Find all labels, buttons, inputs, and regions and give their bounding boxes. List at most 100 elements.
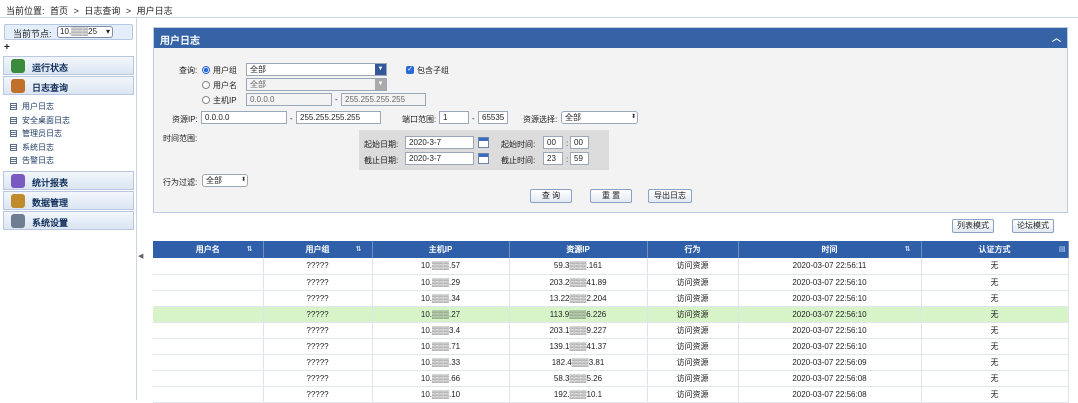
table-row[interactable]: ????? 10.▒▒▒.57 59.3▒▒▒.161 访问资源 2020-03-07 … bbox=[153, 258, 1069, 275]
breadcrumb-home[interactable]: 首页 bbox=[50, 6, 68, 16]
radio-user-group[interactable] bbox=[202, 66, 210, 74]
table-row[interactable]: ????? 10.▒▒▒3.4 203.1▒▒▒9.227 访问资源 2020-03-0… bbox=[153, 322, 1069, 339]
column-header-label: 用户组 bbox=[305, 245, 330, 254]
menu-label: 运行状态 bbox=[32, 63, 69, 73]
sidebar-item-system-log[interactable]: 系统日志 bbox=[10, 142, 54, 153]
cell-auth: 无 bbox=[921, 258, 1069, 275]
radio-user-name[interactable] bbox=[202, 81, 210, 89]
column-header-label: 行为 bbox=[684, 245, 701, 254]
table-row[interactable]: ????? 10.▒▒▒.27 113.9▒▒▒6.226 访问资源 2020-03-0… bbox=[153, 306, 1069, 323]
start-date-input[interactable]: 2020-3-7 bbox=[405, 136, 474, 149]
sort-icon[interactable]: ⇅ bbox=[905, 245, 911, 253]
cell-host-ip: 10.▒▒▒.29 bbox=[372, 274, 510, 291]
table-row[interactable]: ????? 10.▒▒▒.34 13.22▒▒▒2.204 访问资源 2020-03-0… bbox=[153, 290, 1069, 307]
chevron-updown-icon: ⬍ bbox=[630, 114, 636, 120]
cell-time: 2020-03-07 22:56:10 bbox=[738, 322, 922, 339]
start-minute-input[interactable]: 00 bbox=[570, 136, 589, 149]
cell-time: 2020-03-07 22:56:08 bbox=[738, 370, 922, 387]
forum-mode-button[interactable]: 论坛模式 bbox=[1012, 219, 1054, 233]
end-date-input[interactable]: 2020-3-7 bbox=[405, 152, 474, 165]
resource-ip-to[interactable]: 255.255.255.255 bbox=[296, 111, 381, 124]
list-icon bbox=[10, 144, 17, 151]
collapse-sidebar-icon[interactable]: ◀ bbox=[138, 252, 143, 260]
start-hour-input[interactable]: 00 bbox=[543, 136, 563, 149]
cell-resource-ip: 182.4▒▒▒3.81 bbox=[509, 354, 648, 371]
current-node-select[interactable]: 10.▒▒▒25 ▾ bbox=[57, 26, 113, 38]
panel-title: 用户日志 bbox=[160, 36, 200, 47]
menu-reports[interactable]: 统计报表 bbox=[3, 171, 134, 190]
time-range-box: 起始日期: 2020-3-7 起始时间: 00 : 00 截止日期: 2020-… bbox=[359, 130, 609, 170]
query-button[interactable]: 查 询 bbox=[530, 189, 572, 203]
chevron-down-icon: ▼ bbox=[375, 79, 386, 90]
cell-username bbox=[153, 258, 264, 275]
cell-action: 访问资源 bbox=[647, 322, 739, 339]
end-hour-input[interactable]: 23 bbox=[543, 152, 563, 165]
user-group-select[interactable]: 全部 ▼ bbox=[246, 63, 387, 76]
calendar-icon[interactable] bbox=[478, 137, 489, 148]
menu-log-query[interactable]: 日志查询 bbox=[3, 76, 134, 95]
resource-ip-from[interactable]: 0.0.0.0 bbox=[201, 111, 287, 124]
expand-icon[interactable]: + bbox=[4, 42, 10, 53]
column-header-username[interactable]: 用户名 ⇅ bbox=[153, 241, 264, 258]
cell-usergroup: ????? bbox=[263, 338, 373, 355]
cell-resource-ip: 58.3▒▒▒5.26 bbox=[509, 370, 648, 387]
sidebar-item-user-log[interactable]: 用户日志 bbox=[10, 101, 54, 112]
list-mode-button[interactable]: 列表模式 bbox=[952, 219, 994, 233]
calendar-icon[interactable] bbox=[478, 153, 489, 164]
table-row[interactable]: ????? 10.▒▒▒.29 203.2▒▒▒41.89 访问资源 2020-03-0… bbox=[153, 274, 1069, 291]
cell-resource-ip: 59.3▒▒▒.161 bbox=[509, 258, 648, 275]
cell-resource-ip: 203.2▒▒▒41.89 bbox=[509, 274, 648, 291]
sidebar-item-secure-desktop-log[interactable]: 安全桌面日志 bbox=[10, 115, 70, 126]
column-header-action[interactable]: 行为 bbox=[647, 241, 739, 258]
column-header-host-ip[interactable]: 主机IP bbox=[372, 241, 510, 258]
action-filter-select[interactable]: 全部 ⬍ bbox=[202, 174, 248, 187]
reset-button[interactable]: 重 置 bbox=[590, 189, 632, 203]
export-log-button[interactable]: 导出日志 bbox=[648, 189, 692, 203]
column-header-label: 主机IP bbox=[428, 245, 453, 254]
table-row[interactable]: ????? 10.▒▒▒.33 182.4▒▒▒3.81 访问资源 2020-03-07… bbox=[153, 354, 1069, 371]
menu-label: 统计报表 bbox=[32, 178, 69, 188]
sort-icon[interactable]: ⇅ bbox=[247, 245, 253, 253]
menu-system-settings[interactable]: 系统设置 bbox=[3, 211, 134, 230]
dash: - bbox=[335, 95, 338, 104]
cell-username bbox=[153, 354, 264, 371]
menu-data-management[interactable]: 数据管理 bbox=[3, 191, 134, 210]
radio-host-ip-label: 主机IP bbox=[213, 96, 237, 105]
sidebar-item-alarm-log[interactable]: 告警日志 bbox=[10, 155, 54, 166]
column-header-auth[interactable]: 认证方式 ▤ bbox=[921, 241, 1069, 258]
user-group-value: 全部 bbox=[250, 65, 266, 74]
panel-header: 用户日志 ︿ bbox=[154, 28, 1067, 48]
include-subgroups-checkbox[interactable]: ✓ bbox=[406, 66, 414, 74]
list-icon bbox=[10, 117, 17, 124]
cell-resource-ip: 203.1▒▒▒9.227 bbox=[509, 322, 648, 339]
cell-username bbox=[153, 290, 264, 307]
column-header-label: 用户名 bbox=[195, 245, 220, 254]
user-name-select[interactable]: 全部 ▼ bbox=[246, 78, 387, 91]
cell-usergroup: ????? bbox=[263, 290, 373, 307]
port-from[interactable]: 1 bbox=[439, 111, 469, 124]
column-header-time[interactable]: 时间 ⇅ bbox=[738, 241, 922, 258]
table-row[interactable]: ????? 10.▒▒▒.66 58.3▒▒▒5.26 访问资源 2020-03-07 … bbox=[153, 370, 1069, 387]
table-row[interactable]: ????? 10.▒▒▒.71 139.1▒▒▒41.37 访问资源 2020-03-0… bbox=[153, 338, 1069, 355]
host-ip-from[interactable]: 0.0.0.0 bbox=[246, 93, 332, 106]
column-header-usergroup[interactable]: 用户组 ⇅ bbox=[263, 241, 373, 258]
port-range-label: 端口范围: bbox=[402, 115, 437, 124]
time-colon: : bbox=[566, 155, 569, 164]
collapse-panel-icon[interactable]: ︿ bbox=[1052, 31, 1061, 44]
dash: - bbox=[472, 114, 475, 123]
sort-icon[interactable]: ⇅ bbox=[356, 245, 362, 253]
breadcrumb-log-query[interactable]: 日志查询 bbox=[84, 6, 120, 16]
column-header-resource-ip[interactable]: 资源IP bbox=[509, 241, 648, 258]
resource-ip-label: 资源IP: bbox=[172, 115, 198, 124]
host-ip-to[interactable]: 255.255.255.255 bbox=[341, 93, 426, 106]
resource-select[interactable]: 全部 ⬍ bbox=[561, 111, 638, 124]
end-minute-input[interactable]: 59 bbox=[570, 152, 589, 165]
radio-host-ip[interactable] bbox=[202, 96, 210, 104]
port-to[interactable]: 65535 bbox=[478, 111, 508, 124]
column-menu-icon[interactable]: ▤ bbox=[1059, 245, 1066, 253]
column-header-label: 认证方式 bbox=[978, 245, 1011, 254]
menu-run-status[interactable]: 运行状态 bbox=[3, 56, 134, 75]
cell-host-ip: 10.▒▒▒.33 bbox=[372, 354, 510, 371]
dash: - bbox=[290, 114, 293, 123]
sidebar-item-admin-log[interactable]: 管理员日志 bbox=[10, 128, 62, 139]
